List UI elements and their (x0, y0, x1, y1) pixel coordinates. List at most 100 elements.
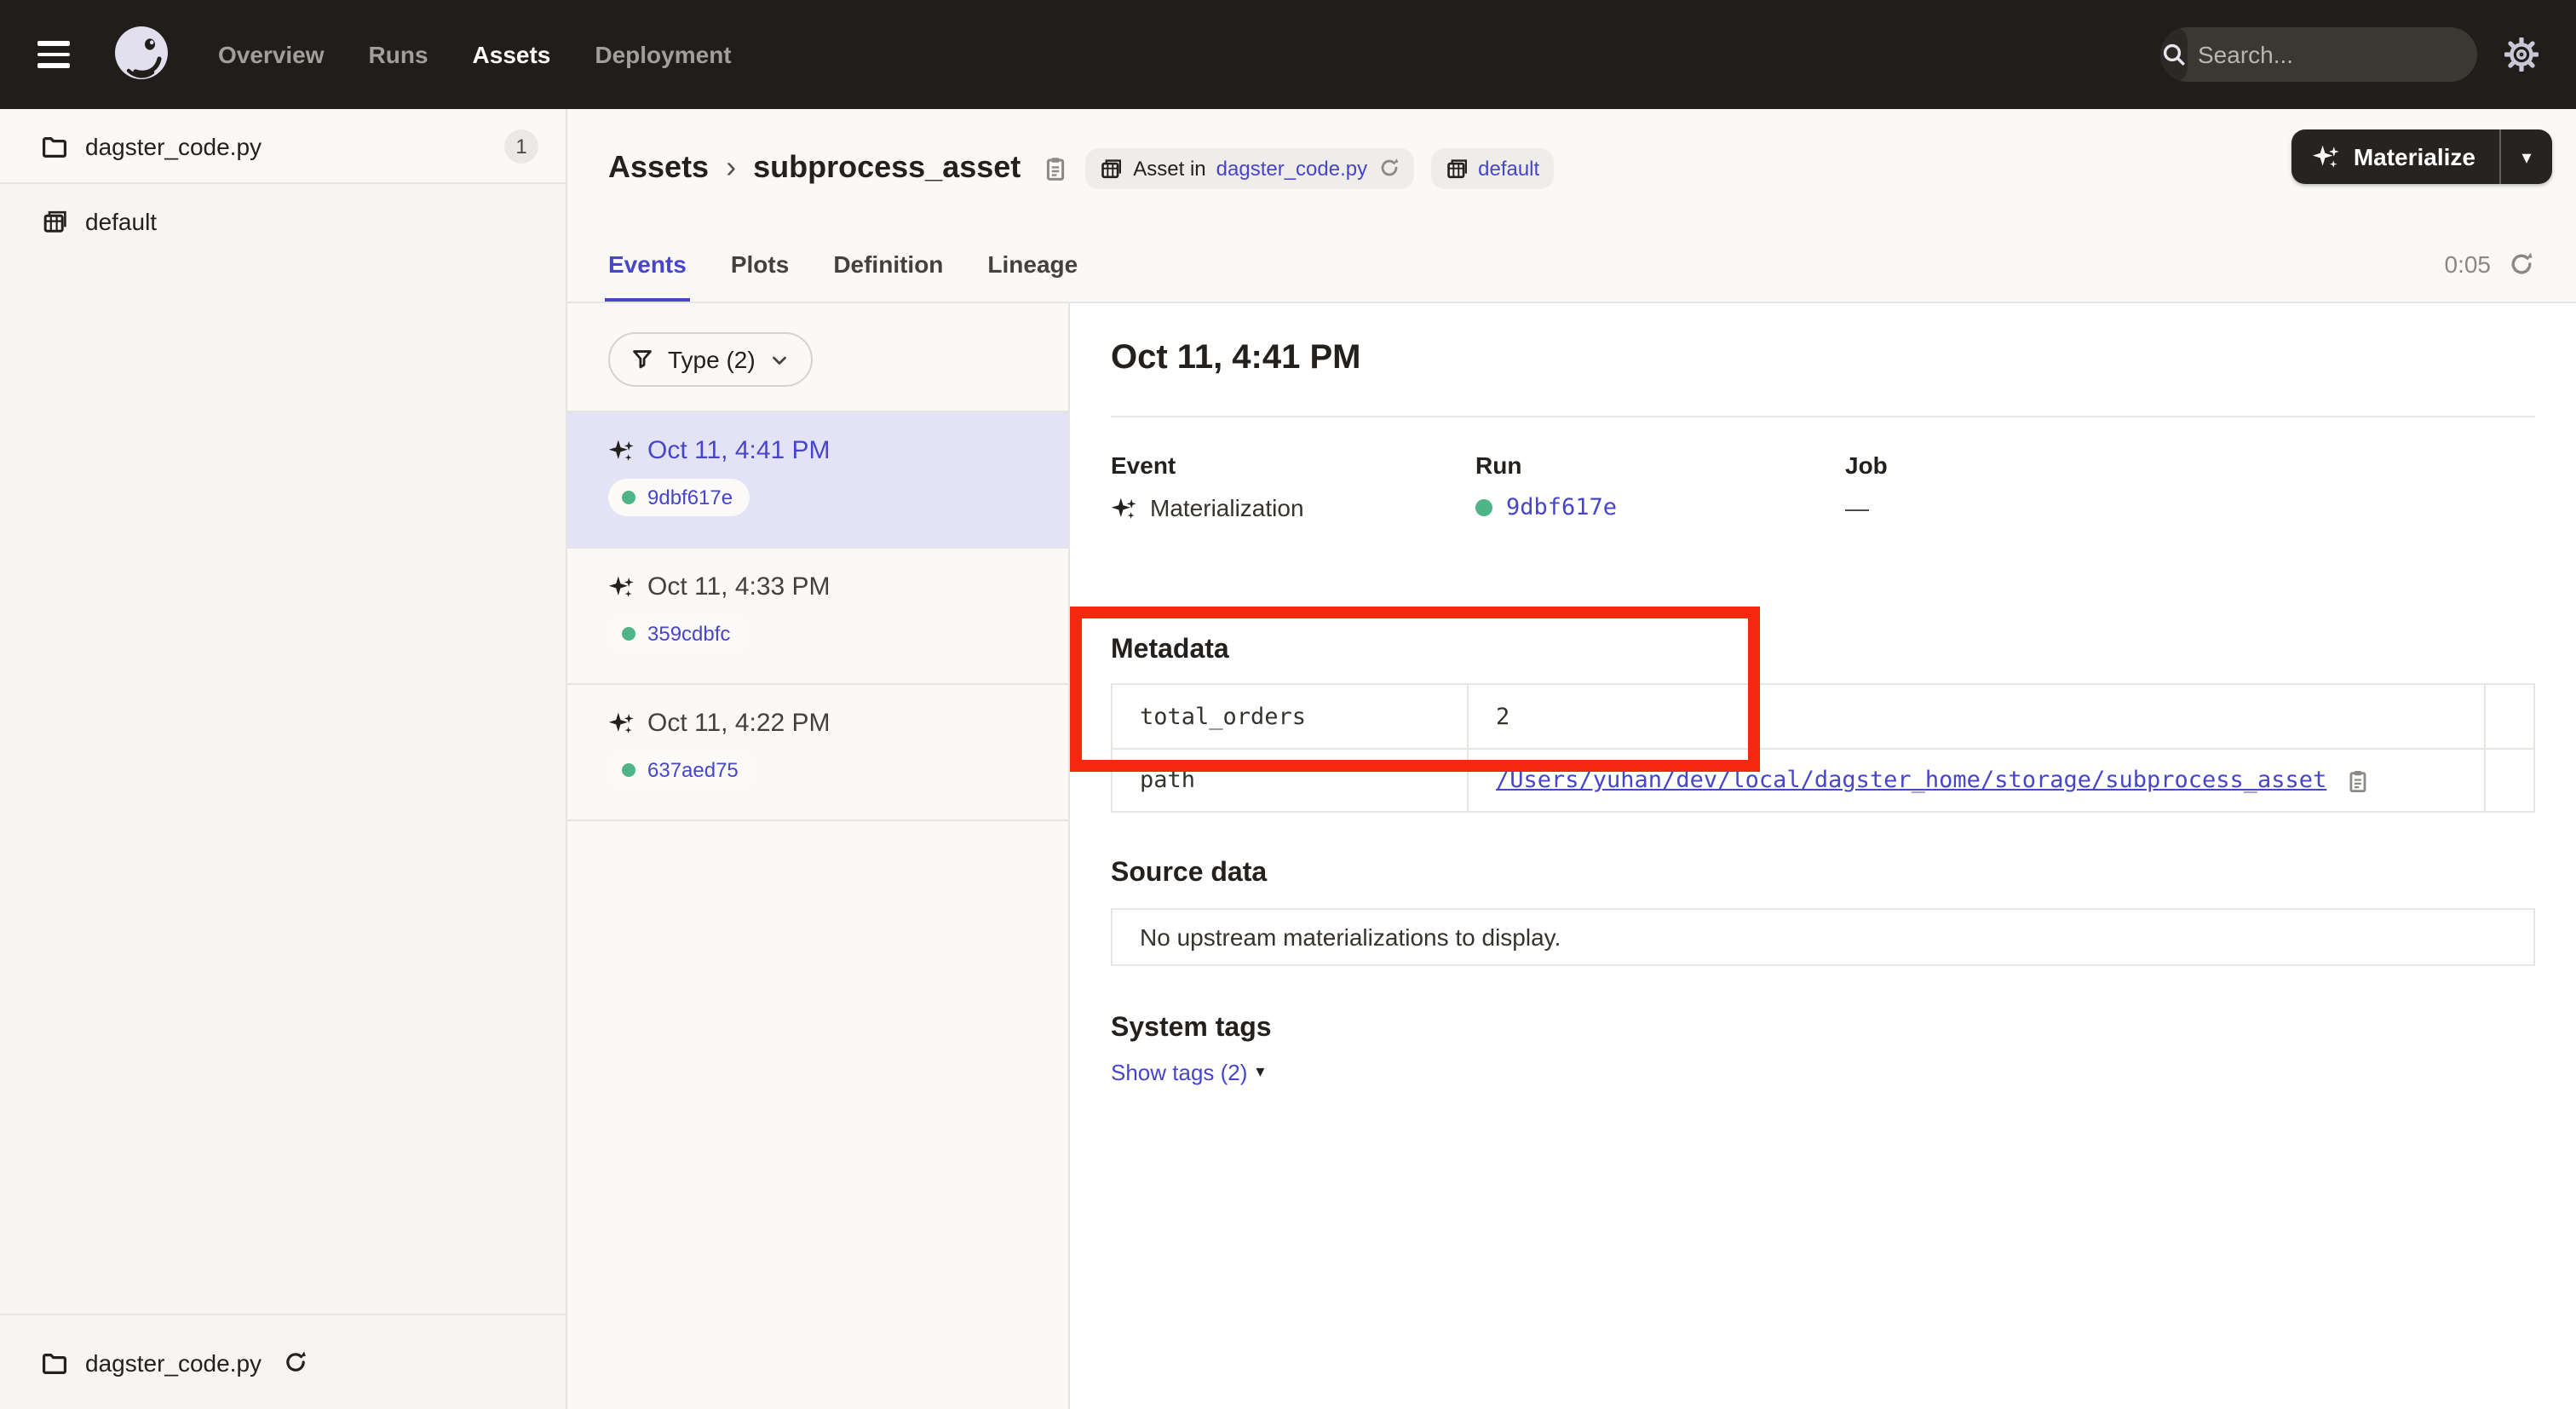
sidebar-footer-code-location[interactable]: dagster_code.py (0, 1314, 566, 1409)
job-label: Job (1845, 451, 1888, 479)
dagster-logo[interactable] (109, 22, 174, 87)
event-time: Oct 11, 4:33 PM (647, 572, 831, 601)
divider (1111, 416, 2535, 417)
breadcrumb: Assets › subprocess_asset (608, 150, 1068, 186)
asset-tabs: Events Plots Definition Lineage 0:05 (567, 227, 2576, 303)
event-label: Event (1111, 451, 1475, 479)
event-detail-panel: Oct 11, 4:41 PM Event Materialization Ru… (1070, 303, 2576, 1409)
repo-default-link[interactable]: default (1478, 156, 1539, 180)
show-tags-link[interactable]: Show tags (2) ▾ (1111, 1060, 1264, 1085)
run-id-pill[interactable]: 637aed75 (608, 751, 756, 789)
metadata-key: path (1113, 750, 1469, 811)
copy-asset-name-icon[interactable] (1041, 154, 1068, 181)
run-success-dot (622, 763, 635, 777)
search-box[interactable]: / (2160, 27, 2477, 82)
asset-groups-sidebar: dagster_code.py 1 default dagster_code.p… (0, 109, 567, 1409)
type-filter-button[interactable]: Type (2) (608, 332, 814, 387)
tab-lineage[interactable]: Lineage (987, 227, 1078, 302)
materialization-icon (1111, 495, 1136, 520)
system-tags-heading: System tags (1111, 1014, 2535, 1044)
footer-code-location-label: dagster_code.py (85, 1349, 262, 1376)
asset-header: Assets › subprocess_asset Asset in dagst… (567, 109, 2576, 227)
filter-section: Type (2) (567, 303, 1068, 412)
metadata-table: total_orders 2 path /Users/yuhan/dev/loc… (1111, 683, 2535, 813)
repo-grid-icon (41, 208, 68, 235)
materialize-split-button: Materialize ▾ (2292, 129, 2552, 184)
run-id-label: 9dbf617e (647, 486, 733, 509)
event-time: Oct 11, 4:22 PM (647, 709, 831, 738)
page-title: subprocess_asset (753, 150, 1021, 186)
metadata-heading: Metadata (1111, 635, 2535, 666)
job-value: — (1845, 494, 1888, 521)
sidebar-item-default-group[interactable]: default (0, 184, 566, 259)
caret-down-icon: ▾ (1256, 1063, 1264, 1082)
hamburger-menu-icon[interactable] (37, 34, 78, 75)
table-row-total-orders: total_orders 2 (1113, 685, 2533, 748)
code-location-link[interactable]: dagster_code.py (1216, 156, 1367, 180)
run-id-pill[interactable]: 359cdbfc (608, 615, 747, 653)
asset-location-badge: Asset in dagster_code.py (1085, 147, 1413, 188)
table-row-path: path /Users/yuhan/dev/local/dagster_home… (1113, 748, 2533, 811)
materialization-icon (608, 710, 634, 736)
event-row-2[interactable]: Oct 11, 4:33 PM 359cdbfc (567, 549, 1068, 685)
code-location-label: dagster_code.py (85, 132, 262, 159)
source-data-empty-message: No upstream materializations to display. (1140, 923, 1561, 951)
event-type-value: Materialization (1150, 494, 1304, 521)
table-end-cell (2484, 750, 2533, 811)
source-data-heading: Source data (1111, 859, 2535, 889)
repo-badge: default (1430, 147, 1553, 188)
materialize-dropdown-button[interactable]: ▾ (2501, 129, 2552, 184)
search-input[interactable] (2188, 41, 2477, 68)
event-summary: Event Materialization Run 9dbf617e (1111, 451, 2535, 521)
gear-icon[interactable] (2504, 37, 2539, 72)
path-link[interactable]: /Users/yuhan/dev/local/dagster_home/stor… (1496, 767, 2326, 794)
chevron-down-icon (769, 348, 791, 371)
table-end-cell (2484, 685, 2533, 748)
dagster-app: Overview Runs Assets Deployment / dagste… (0, 0, 2576, 1409)
breadcrumb-separator: › (726, 150, 736, 186)
copy-path-icon[interactable] (2343, 768, 2369, 793)
refresh-icon[interactable] (2508, 250, 2535, 278)
type-filter-label: Type (2) (668, 346, 756, 373)
search-icon (2160, 27, 2188, 82)
source-data-empty-box: No upstream materializations to display. (1111, 908, 2535, 966)
nav-links: Overview Runs Assets Deployment (218, 41, 732, 68)
repo-grid-icon (1444, 156, 1468, 180)
run-id-link[interactable]: 9dbf617e (1506, 494, 1617, 521)
event-row-1[interactable]: Oct 11, 4:41 PM 9dbf617e (567, 412, 1068, 549)
materialization-icon (608, 438, 634, 463)
run-id-pill[interactable]: 9dbf617e (608, 479, 750, 516)
run-success-dot (622, 627, 635, 641)
nav-runs[interactable]: Runs (369, 41, 428, 68)
event-time: Oct 11, 4:41 PM (647, 436, 831, 465)
reload-code-location-icon[interactable] (282, 1349, 308, 1375)
nav-deployment[interactable]: Deployment (595, 41, 731, 68)
tab-events[interactable]: Events (608, 227, 687, 302)
run-success-dot (1475, 499, 1492, 516)
materialize-spark-icon (2313, 143, 2340, 170)
event-row-3[interactable]: Oct 11, 4:22 PM 637aed75 (567, 685, 1068, 821)
breadcrumb-assets-link[interactable]: Assets (608, 150, 709, 186)
folder-icon (41, 132, 68, 159)
caret-down-icon: ▾ (2521, 146, 2531, 168)
asset-count-badge: 1 (504, 129, 538, 163)
tab-definition[interactable]: Definition (833, 227, 943, 302)
nav-overview[interactable]: Overview (218, 41, 325, 68)
run-id-label: 637aed75 (647, 758, 739, 782)
run-success-dot (622, 491, 635, 504)
events-list-panel: Type (2) Oct 11, 4:41 PM 9dbf617e (567, 303, 1070, 1409)
tab-plots[interactable]: Plots (731, 227, 789, 302)
folder-icon (41, 1349, 68, 1376)
sidebar-item-code-location[interactable]: dagster_code.py 1 (0, 109, 566, 184)
asset-in-label: Asset in (1133, 156, 1205, 180)
materialize-button[interactable]: Materialize (2292, 129, 2499, 184)
refresh-timer: 0:05 (2445, 250, 2492, 278)
materialization-icon (608, 574, 634, 600)
grid-icon (1099, 156, 1123, 180)
nav-assets[interactable]: Assets (473, 41, 551, 68)
run-label: Run (1475, 451, 1845, 479)
run-id-label: 359cdbfc (647, 622, 730, 646)
reload-location-icon[interactable] (1377, 157, 1400, 179)
default-group-label: default (85, 208, 157, 235)
event-detail-heading: Oct 11, 4:41 PM (1111, 339, 2535, 378)
